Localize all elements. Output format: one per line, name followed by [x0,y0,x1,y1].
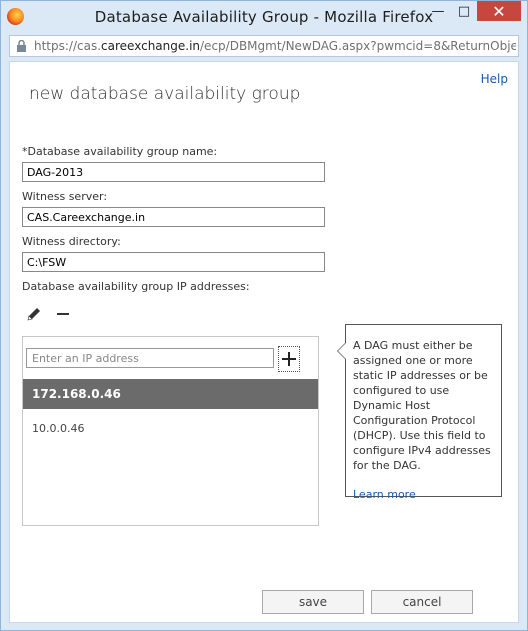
dag-name-label: *Database availability group name: [22,145,218,158]
witness-directory-field[interactable]: C:\FSW [22,252,325,272]
witness-server-field[interactable]: CAS.Careexchange.in [22,207,325,227]
url-prefix: https://cas. [34,39,102,53]
close-icon[interactable]: ✕ [477,1,521,21]
help-link[interactable]: Help [481,72,508,86]
tooltip-text: A DAG must either be assigned one or mor… [353,339,491,472]
ip-list-item-selected[interactable]: 172.168.0.46 [23,379,318,409]
page-title: new database availability group [29,84,301,104]
witness-directory-label: Witness directory: [22,235,121,248]
minimize-icon[interactable]: — [425,1,451,21]
ip-address-input[interactable]: Enter an IP address [26,348,274,368]
cancel-button[interactable]: cancel [371,590,473,614]
learn-more-link[interactable]: Learn more [353,487,494,502]
title-bar: Database Availability Group - Mozilla Fi… [1,1,527,33]
url-domain: careexchange.in [101,39,201,53]
ip-list-item[interactable]: 10.0.0.46 [23,417,318,441]
save-button[interactable]: save [262,590,364,614]
address-bar[interactable]: https://cas.careexchange.in/ecp/DBMgmt/N… [9,35,519,57]
tooltip-arrow-fill [338,343,346,359]
dag-name-field[interactable]: DAG-2013 [22,162,325,182]
maximize-icon[interactable]: □ [451,1,477,21]
ip-address-panel: Enter an IP address 172.168.0.46 10.0.0.… [22,336,319,526]
window-controls: — □ ✕ [425,1,521,21]
witness-server-label: Witness server: [22,190,108,203]
url-text: https://cas.careexchange.in/ecp/DBMgmt/N… [34,39,516,53]
plus-icon[interactable] [278,346,300,372]
lock-icon [17,40,26,52]
dialog-content: Help new database availability group *Da… [9,61,519,623]
browser-window: Database Availability Group - Mozilla Fi… [0,0,528,631]
minus-icon[interactable] [57,313,69,315]
plus-icon-vertical [288,352,290,366]
pencil-icon[interactable] [26,306,42,322]
info-tooltip: A DAG must either be assigned one or mor… [337,324,502,501]
url-path: /ecp/DBMgmt/NewDAG.aspx?pwmcid=8&ReturnO… [200,39,516,53]
ip-addresses-label: Database availability group IP addresses… [22,280,250,293]
